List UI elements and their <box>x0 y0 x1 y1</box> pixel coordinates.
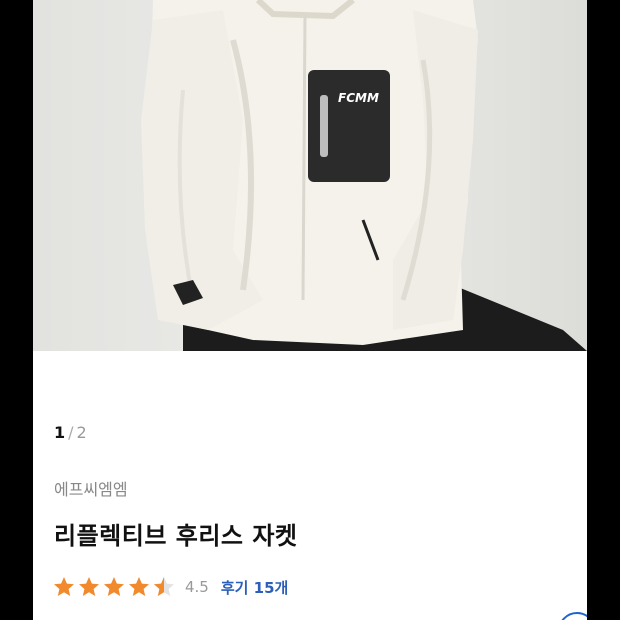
brand-name[interactable]: 에프씨엠엠 <box>54 476 128 500</box>
image-pager: 1/2 <box>54 423 87 442</box>
review-count-link[interactable]: 후기 15개 <box>221 577 289 598</box>
scroll-top-button[interactable] <box>558 612 587 620</box>
pager-total: 2 <box>76 423 87 442</box>
pager-separator: / <box>68 423 74 442</box>
rating-stars <box>52 575 177 599</box>
star-icon <box>129 577 149 596</box>
product-photo[interactable]: FCMM <box>33 0 587 351</box>
rating-score: 4.5 <box>185 578 209 596</box>
photo-logo-text: FCMM <box>338 91 379 105</box>
product-title: 리플렉티브 후리스 자켓 <box>54 522 298 550</box>
star-icon <box>79 577 99 596</box>
star-half-icon <box>154 577 174 596</box>
rating-row: 4.5 후기 15개 <box>52 574 288 600</box>
star-icon <box>54 577 74 596</box>
product-page: FCMM 1/2 에프씨엠엠 리플렉티브 후리스 자켓 4.5 후기 15개 <box>33 0 587 620</box>
pager-current: 1 <box>54 423 66 442</box>
product-image: FCMM <box>33 0 587 351</box>
star-icon <box>104 577 124 596</box>
